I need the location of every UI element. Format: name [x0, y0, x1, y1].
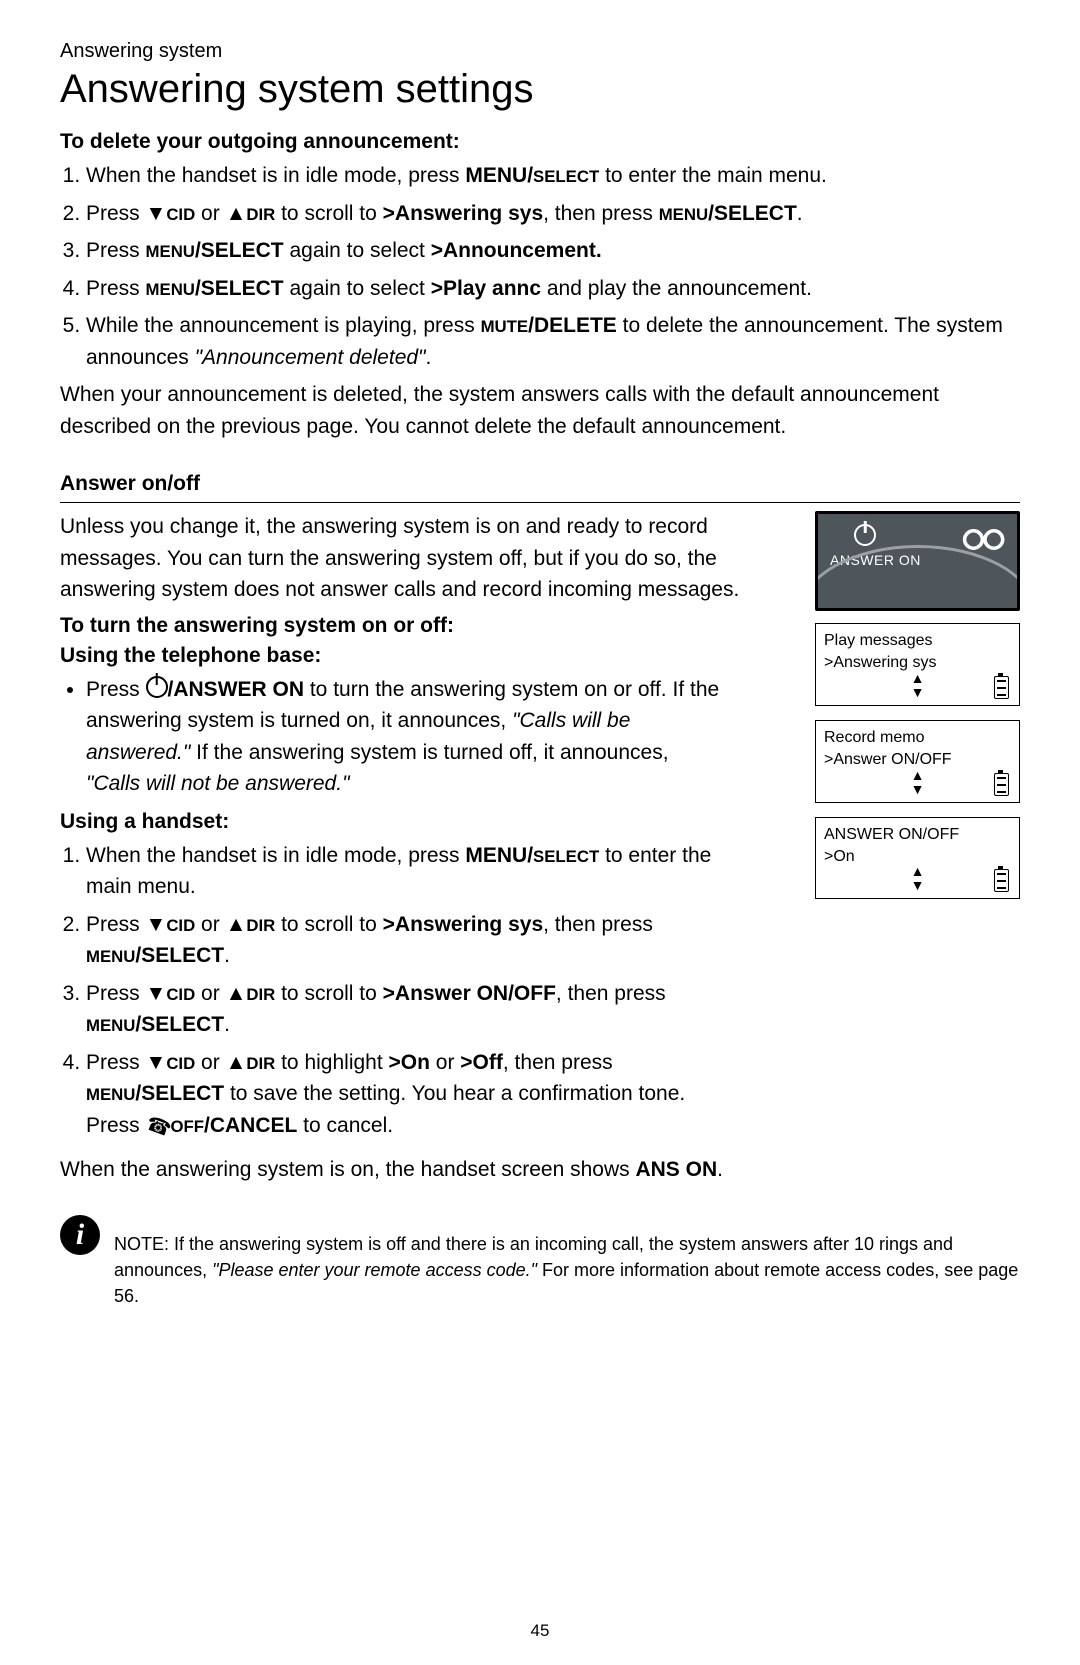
handset-steps: When the handset is in idle mode, press … — [60, 840, 720, 1142]
updown-icon: ▲▼ — [911, 671, 925, 699]
heading-answer-onoff: Answer on/off — [60, 472, 1020, 496]
heading-delete: To delete your outgoing announcement: — [60, 130, 1020, 154]
list-item: Press ▼CID or ▲DIR to scroll to >Answer … — [86, 978, 720, 1041]
page-section-header: Answering system — [60, 40, 1020, 63]
lcd-screen-1: Play messages >Answering sys ▲▼ — [815, 623, 1020, 706]
list-item: Press MENU/SELECT again to select >Play … — [86, 273, 1020, 305]
page-number: 45 — [531, 1621, 550, 1641]
list-item: When the handset is in idle mode, press … — [86, 160, 1020, 192]
power-icon — [854, 520, 876, 551]
battery-icon — [994, 773, 1009, 796]
list-item: Press MENU/SELECT again to select >Annou… — [86, 235, 1020, 267]
side-illustrations: ANSWER ON ⭘⭘ Play messages >Answering sy… — [815, 511, 1020, 913]
list-item: Press ▼CID or ▲DIR to scroll to >Answeri… — [86, 909, 720, 972]
heading-base: Using the telephone base: — [60, 644, 720, 668]
list-item: While the announcement is playing, press… — [86, 310, 1020, 373]
base-steps: Press /ANSWER ON to turn the answering s… — [60, 674, 720, 800]
info-icon: i — [60, 1215, 100, 1255]
page-title: Answering system settings — [60, 67, 1020, 112]
final-paragraph: When the answering system is on, the han… — [60, 1154, 1020, 1186]
updown-icon: ▲▼ — [911, 768, 925, 796]
list-item: Press ▼CID or ▲DIR to scroll to >Answeri… — [86, 198, 1020, 230]
delete-steps: When the handset is in idle mode, press … — [60, 160, 1020, 373]
note-block: i NOTE: If the answering system is off a… — [60, 1215, 1020, 1309]
phone-icon: ☎ — [141, 1108, 175, 1145]
base-unit-illustration: ANSWER ON ⭘⭘ — [815, 511, 1020, 611]
heading-turn: To turn the answering system on or off: — [60, 614, 720, 638]
lcd-screen-2: Record memo >Answer ON/OFF ▲▼ — [815, 720, 1020, 803]
battery-icon — [994, 676, 1009, 699]
list-item: Press /ANSWER ON to turn the answering s… — [86, 674, 720, 800]
battery-icon — [994, 869, 1009, 892]
list-item: Press ▼CID or ▲DIR to highlight >On or >… — [86, 1047, 720, 1142]
updown-icon: ▲▼ — [911, 864, 925, 892]
delete-after-paragraph: When your announcement is deleted, the s… — [60, 379, 1020, 442]
lcd-screen-3: ANSWER ON/OFF >On ▲▼ — [815, 817, 1020, 900]
heading-handset: Using a handset: — [60, 810, 720, 834]
divider — [60, 502, 1020, 503]
list-item: When the handset is in idle mode, press … — [86, 840, 720, 903]
power-icon — [146, 678, 168, 701]
